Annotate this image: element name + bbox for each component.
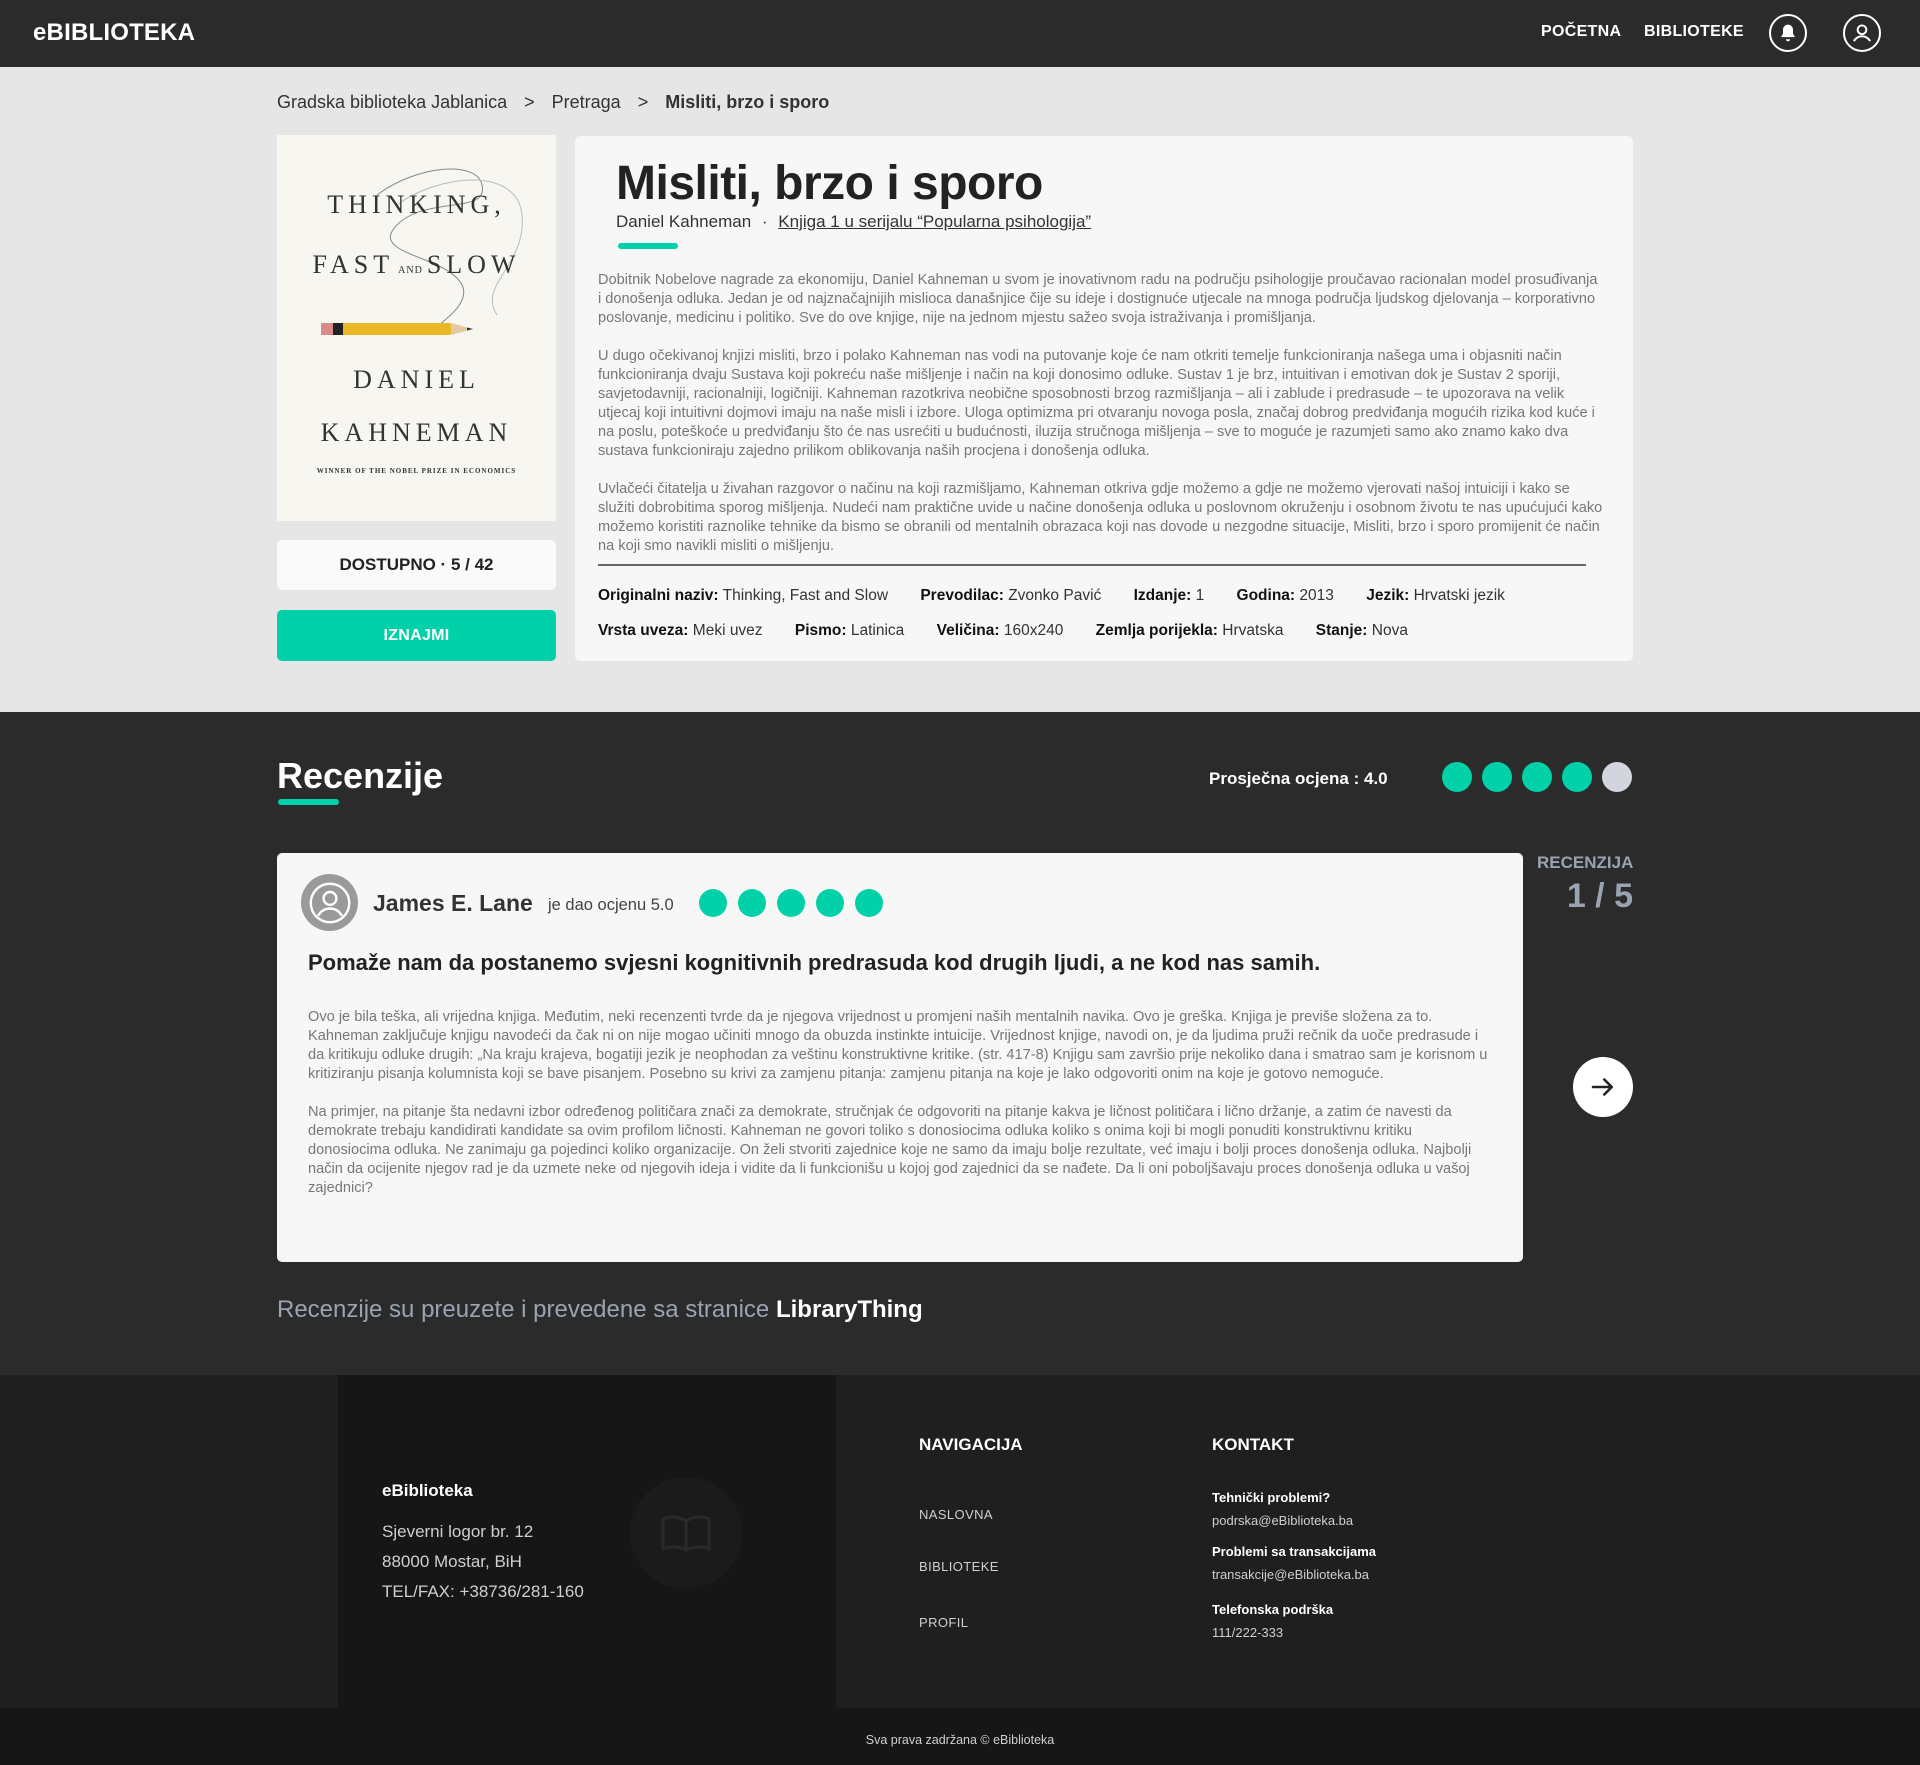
cover-title-line2: FAST AND SLOW xyxy=(312,250,521,279)
reviews-section: Recenzije Prosječna ocjena : 4.0 James E… xyxy=(0,712,1920,1375)
book-title: Misliti, brzo i sporo xyxy=(616,157,1043,210)
notifications-button[interactable] xyxy=(1769,14,1807,52)
footer-contact-heading: KONTAKT xyxy=(1212,1435,1294,1454)
chevron-right-icon: > xyxy=(637,92,649,112)
review-card: James E. Lane je dao ocjenu 5.0 Pomaže n… xyxy=(277,853,1523,1262)
rent-button[interactable]: IZNAJMI xyxy=(277,610,556,661)
contact-support-email[interactable]: podrska@eBiblioteka.ba xyxy=(1212,1513,1353,1528)
description-paragraph: U dugo očekivanoj knjizi misliti, brzo i… xyxy=(598,348,1595,459)
rating-dot-filled xyxy=(855,889,883,917)
footer-address-line: Sjeverni logor br. 12 xyxy=(382,1522,534,1541)
reviewer-rating-text: je dao ocjenu 5.0 xyxy=(548,896,674,914)
cover-author-last: KAHNEMAN xyxy=(320,418,513,447)
book-icon xyxy=(630,1477,742,1589)
rating-dot-filled xyxy=(1522,762,1552,792)
review-rating-dots xyxy=(699,889,894,917)
meta-original-title: Originalni naziv: Thinking, Fast and Slo… xyxy=(598,587,889,604)
contact-phone: 111/222-333 xyxy=(1212,1625,1284,1640)
user-icon xyxy=(309,882,350,923)
book-byline: Daniel Kahneman · Knjiga 1 u serijalu “P… xyxy=(616,212,1092,231)
chevron-right-icon: > xyxy=(524,92,535,112)
footer-brand: eBiblioteka xyxy=(382,1481,473,1500)
cover-author-first: DANIEL xyxy=(353,365,480,394)
rating-dot-empty xyxy=(1602,762,1632,792)
contact-label: Telefonska podrška xyxy=(1212,1602,1334,1617)
profile-button[interactable] xyxy=(1843,14,1881,52)
breadcrumb: Gradska biblioteka Jablanica > Pretraga … xyxy=(277,92,829,113)
review-paragraph: Na primjer, na pitanje šta nedavni izbor… xyxy=(308,1104,1472,1196)
top-navbar: eBIBLIOTEKA POČETNA BIBLIOTEKE xyxy=(0,0,1920,67)
next-review-button[interactable] xyxy=(1573,1057,1633,1117)
nav-link-home[interactable]: POČETNA xyxy=(1541,23,1621,41)
footer-nav-libraries[interactable]: BIBLIOTEKE xyxy=(919,1559,999,1574)
review-body: Ovo je bila teška, ali vrijedna knjiga. … xyxy=(308,1008,1488,1217)
rating-dot-filled xyxy=(1482,762,1512,792)
bell-icon xyxy=(1781,24,1795,42)
footer-phone: TEL/FAX: +38736/281-160 xyxy=(382,1582,584,1601)
average-rating-dots xyxy=(1442,762,1642,792)
meta-translator: Prevodilac: Zvonko Pavić xyxy=(920,587,1102,604)
review-paragraph: Ovo je bila teška, ali vrijedna knjiga. … xyxy=(308,1009,1488,1082)
book-meta-row-1: Originalni naziv: Thinking, Fast and Slo… xyxy=(598,587,1533,605)
rating-dot-filled xyxy=(777,889,805,917)
meta-edition: Izdanje: 1 xyxy=(1133,587,1205,604)
rating-dot-filled xyxy=(1442,762,1472,792)
description-paragraph: Dobitnik Nobelove nagrade za ekonomiju, … xyxy=(598,272,1598,326)
footer-nav-home[interactable]: NASLOVNA xyxy=(919,1507,993,1522)
breadcrumb-search[interactable]: Pretraga xyxy=(552,92,621,113)
reviews-source: Recenzije su preuzete i prevedene sa str… xyxy=(277,1296,923,1323)
cover-title-line1: THINKING, xyxy=(327,190,506,219)
meta-condition: Stanje: Nova xyxy=(1315,622,1408,639)
footer-address-line: 88000 Mostar, BiH xyxy=(382,1552,522,1571)
meta-country: Zemlja porijekla: Hrvatska xyxy=(1095,622,1284,639)
title-accent-bar xyxy=(618,243,678,249)
librarything-link[interactable]: LibraryThing xyxy=(776,1296,923,1323)
book-author[interactable]: Daniel Kahneman xyxy=(616,212,751,231)
footer-brand-panel: eBiblioteka Sjeverni logor br. 12 88000 … xyxy=(338,1375,836,1708)
availability-badge: DOSTUPNO · 5 / 42 xyxy=(277,540,556,590)
site-logo[interactable]: eBIBLIOTEKA xyxy=(33,19,195,47)
meta-script: Pismo: Latinica xyxy=(794,622,905,639)
footer-bottom-bar: Sva prava zadržana © eBiblioteka xyxy=(0,1708,1920,1765)
footer-nav-heading: NAVIGACIJA xyxy=(919,1435,1023,1454)
book-cover: THINKING, FAST AND SLOW DANIEL KAHNEMAN WI… xyxy=(277,135,556,521)
contact-label: Tehnički problemi? xyxy=(1212,1490,1331,1505)
breadcrumb-current: Misliti, brzo i sporo xyxy=(665,92,830,112)
contact-label: Problemi sa transakcijama xyxy=(1212,1544,1377,1559)
contact-transactions-email[interactable]: transakcije@eBiblioteka.ba xyxy=(1212,1567,1369,1582)
rating-dot-filled xyxy=(1562,762,1592,792)
arrow-right-icon xyxy=(1591,1078,1613,1096)
book-description: Dobitnik Nobelove nagrade za ekonomiju, … xyxy=(598,271,1603,575)
rating-dot-filled xyxy=(738,889,766,917)
footer: eBiblioteka Sjeverni logor br. 12 88000 … xyxy=(0,1375,1920,1765)
meta-year: Godina: 2013 xyxy=(1236,587,1334,604)
review-counter-label: RECENZIJA xyxy=(1537,853,1634,872)
meta-binding: Vrsta uveza: Meki uvez xyxy=(598,622,763,639)
book-series-link[interactable]: Knjiga 1 u serijalu “Popularna psihologi… xyxy=(778,212,1091,231)
reviews-accent-bar xyxy=(278,799,339,805)
meta-language: Jezik: Hrvatski jezik xyxy=(1366,587,1505,604)
rating-dot-filled xyxy=(816,889,844,917)
breadcrumb-library[interactable]: Gradska biblioteka Jablanica xyxy=(277,92,507,113)
book-meta-row-2: Vrsta uveza: Meki uvez Pismo: Latinica V… xyxy=(598,622,1436,640)
book-details-card: Misliti, brzo i sporo Daniel Kahneman · … xyxy=(575,136,1633,661)
description-paragraph: Uvlačeći čitatelja u živahan razgovor o … xyxy=(598,481,1603,554)
footer-nav-profile[interactable]: PROFIL xyxy=(919,1615,968,1630)
review-headline: Pomaže nam da postanemo svjesni kognitiv… xyxy=(308,950,1321,975)
rating-dot-filled xyxy=(699,889,727,917)
avatar xyxy=(301,874,358,931)
nav-link-libraries[interactable]: BIBLIOTEKE xyxy=(1644,23,1744,41)
reviewer-name: James E. Lane xyxy=(373,890,533,916)
details-divider xyxy=(598,564,1586,566)
meta-size: Veličina: 160x240 xyxy=(936,622,1064,639)
reviews-heading: Recenzije xyxy=(277,755,444,796)
cover-tagline: WINNER OF THE NOBEL PRIZE IN ECONOMICS xyxy=(316,467,517,475)
average-rating-label: Prosječna ocjena : 4.0 xyxy=(1209,769,1388,788)
copyright: Sva prava zadržana © eBiblioteka xyxy=(865,1733,1055,1747)
user-icon xyxy=(1853,24,1871,42)
review-counter: 1 / 5 xyxy=(1566,877,1633,915)
